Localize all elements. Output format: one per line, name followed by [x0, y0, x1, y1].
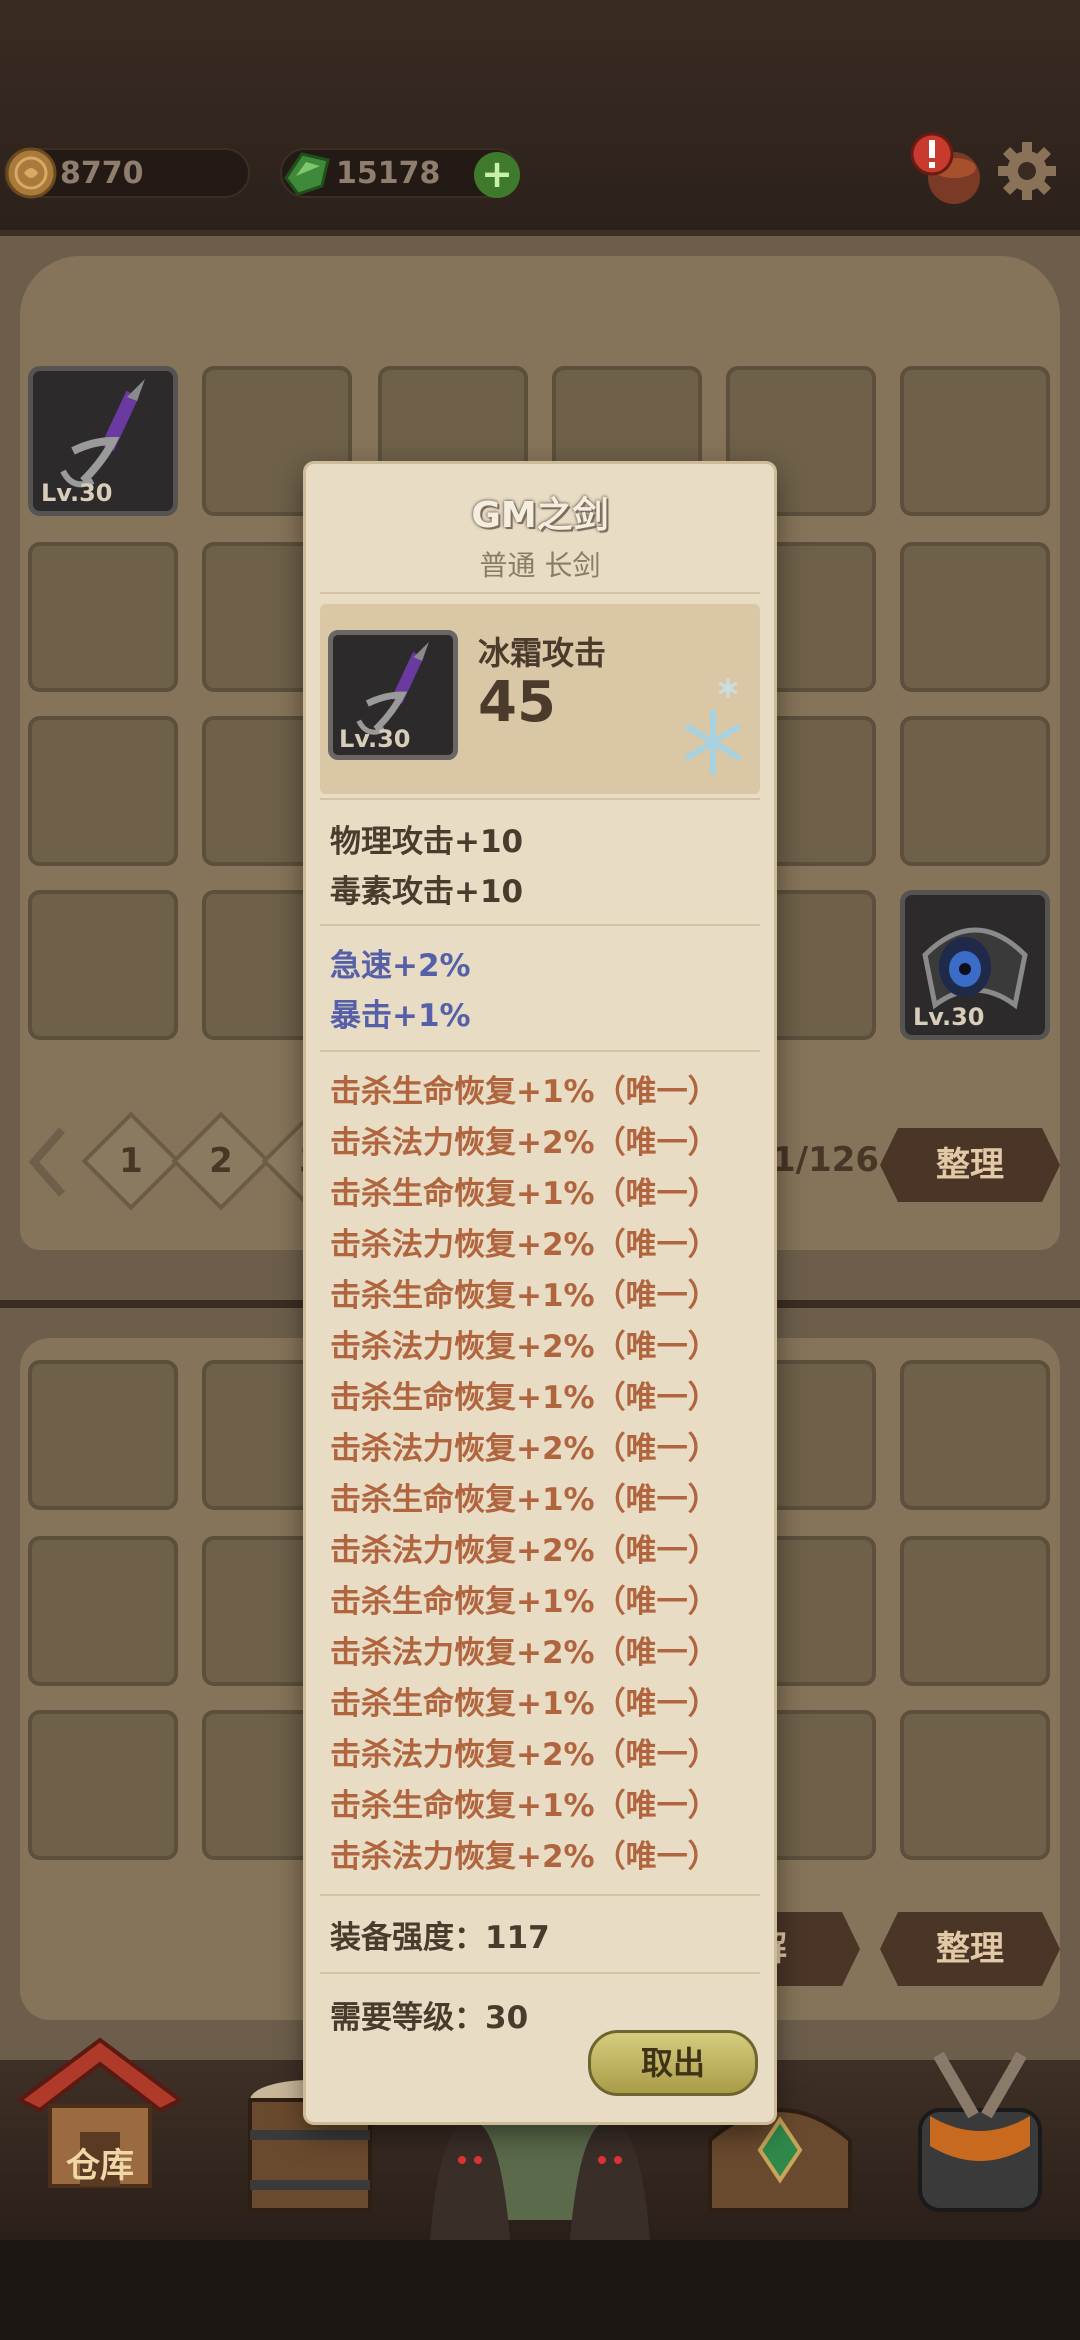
item-tooltip: GM之剑 普通 长剑 Lv.30 冰霜攻击 45 物理攻击+10 毒素攻击+10…	[306, 464, 774, 2122]
inventory-slot[interactable]	[900, 542, 1050, 692]
extra-stat: 急速+2%	[330, 948, 471, 984]
unique-stat: 击杀生命恢复+1%（唯一）	[330, 1482, 719, 1518]
quest-alert-icon[interactable]	[906, 130, 986, 210]
warehouse-house-icon	[16, 2037, 184, 2188]
warehouse-slot[interactable]	[28, 1536, 178, 1686]
inventory-slot[interactable]	[900, 716, 1050, 866]
unique-stat: 击杀生命恢复+1%（唯一）	[330, 1584, 719, 1620]
unique-stat: 击杀生命恢复+1%（唯一）	[330, 1788, 719, 1824]
settings-gear-icon[interactable]	[996, 140, 1058, 202]
inventory-slot[interactable]	[900, 366, 1050, 516]
item-title: GM之剑	[471, 495, 609, 536]
page-count: 1/126	[772, 1140, 880, 1180]
item-level: Lv.30	[41, 479, 113, 507]
inventory-slot-sword[interactable]: Lv.30	[28, 366, 178, 516]
top-bar: 8770 15178 +	[0, 0, 1080, 240]
gold-coin-icon	[5, 147, 57, 199]
item-icon-frame: Lv.30	[328, 630, 458, 760]
gem-counter: 15178 +	[280, 148, 520, 198]
main-stat-label: 冰霜攻击	[478, 634, 607, 672]
unique-stat: 击杀法力恢复+2%（唯一）	[330, 1839, 719, 1875]
nav-warehouse-label: 仓库	[66, 2146, 134, 2186]
sort-button[interactable]: 整理	[880, 1128, 1060, 1202]
withdraw-button[interactable]: 取出	[588, 2030, 758, 2096]
divider	[320, 798, 760, 800]
unique-stat: 击杀生命恢复+1%（唯一）	[330, 1686, 719, 1722]
unique-stat: 击杀生命恢复+1%（唯一）	[330, 1074, 719, 1110]
unique-stat: 击杀法力恢复+2%（唯一）	[330, 1737, 719, 1773]
nav-warehouse[interactable]: 仓库	[0, 2020, 200, 2220]
item-level: Lv.30	[913, 1003, 985, 1031]
warehouse-slot[interactable]	[28, 1360, 178, 1510]
unique-stat: 击杀生命恢复+1%（唯一）	[330, 1278, 719, 1314]
snowflake-icon	[685, 678, 741, 775]
warehouse-slot[interactable]	[900, 1360, 1050, 1510]
divider	[320, 1972, 760, 1974]
unique-stat: 击杀法力恢复+2%（唯一）	[330, 1227, 719, 1263]
unique-stat: 击杀法力恢复+2%（唯一）	[330, 1533, 719, 1569]
divider	[320, 924, 760, 926]
base-stat: 物理攻击+10	[330, 824, 524, 860]
main-stat-value: 45	[478, 670, 556, 735]
forge-pot-icon	[918, 2051, 1042, 2212]
divider	[320, 1050, 760, 1052]
inventory-slot-eye-charm[interactable]: Lv.30	[900, 890, 1050, 1040]
nav-forge[interactable]	[880, 2030, 1080, 2230]
gold-counter: 8770	[4, 147, 250, 199]
inventory-slot[interactable]	[28, 716, 178, 866]
warehouse-slot[interactable]	[900, 1710, 1050, 1860]
unique-stat: 击杀法力恢复+2%（唯一）	[330, 1125, 719, 1161]
unique-stat: 击杀生命恢复+1%（唯一）	[330, 1380, 719, 1416]
prev-page-icon[interactable]	[26, 1124, 70, 1200]
base-stat: 毒素攻击+10	[330, 874, 524, 910]
item-subtitle: 普通 长剑	[479, 549, 601, 582]
warehouse-slot[interactable]	[900, 1536, 1050, 1686]
required-level: 需要等级：30	[330, 2000, 529, 2036]
item-level: Lv.30	[339, 725, 411, 753]
unique-stat: 击杀法力恢复+2%（唯一）	[330, 1635, 719, 1671]
warehouse-sort-button[interactable]: 整理	[880, 1912, 1060, 1986]
green-gem-icon	[284, 152, 330, 196]
warehouse-slot[interactable]	[28, 1710, 178, 1860]
gem-amount: 15178	[336, 156, 441, 191]
equipment-power: 装备强度：117	[330, 1920, 550, 1956]
unique-stat: 击杀法力恢复+2%（唯一）	[330, 1329, 719, 1365]
unique-stat: 击杀法力恢复+2%（唯一）	[330, 1431, 719, 1467]
add-gems-button[interactable]: +	[474, 152, 520, 198]
unique-stat: 击杀生命恢复+1%（唯一）	[330, 1176, 719, 1212]
divider	[320, 592, 760, 594]
inventory-slot[interactable]	[28, 890, 178, 1040]
extra-stat: 暴击+1%	[330, 998, 471, 1034]
divider	[320, 1894, 760, 1896]
inventory-slot[interactable]	[28, 542, 178, 692]
gold-amount: 8770	[60, 156, 144, 191]
